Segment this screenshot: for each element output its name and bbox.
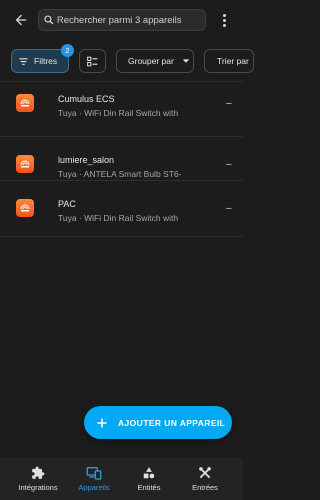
tuya-icon [16, 94, 34, 112]
device-name: Cumulus ECS [58, 94, 115, 104]
device-area-value: – [226, 203, 232, 214]
plus-icon [97, 418, 107, 427]
divider [0, 236, 243, 237]
dot-icon [222, 23, 226, 27]
nav-label: Appareils [78, 483, 110, 492]
dot-icon [222, 18, 226, 22]
nav-item-entities[interactable]: Entités [120, 458, 178, 500]
selection-mode-button[interactable] [79, 49, 106, 73]
search-icon [44, 15, 54, 25]
puzzle-icon [32, 466, 45, 479]
device-subtitle: Tuya · WiFi Din Rail Switch with [58, 213, 179, 223]
device-area-value: – [226, 159, 232, 170]
caret-down-icon [182, 59, 190, 63]
more-options-button[interactable] [214, 9, 234, 31]
checklist-icon [87, 56, 98, 66]
arrow-left-icon [15, 14, 27, 26]
device-name: lumiere_salon [58, 155, 115, 165]
filters-button[interactable]: Filtres 2 [11, 44, 74, 73]
search-input[interactable] [56, 14, 205, 26]
device-subtitle: Tuya · ANTELA Smart Bulb ST6- [58, 169, 182, 179]
tools-icon [199, 467, 211, 479]
nav-item-inputs[interactable]: Entrées [176, 458, 234, 500]
back-button[interactable] [10, 9, 32, 31]
nav-label: Intégrations [18, 483, 58, 492]
filters-count-badge: 2 [61, 44, 74, 57]
sort-by-label: Trier par [217, 56, 249, 66]
top-app-bar [0, 0, 243, 40]
nav-item-devices[interactable]: Appareils [62, 458, 126, 500]
filters-label: Filtres [34, 56, 58, 66]
device-row[interactable]: Cumulus ECS Tuya · WiFi Din Rail Switch … [0, 76, 243, 134]
dot-icon [222, 13, 226, 17]
group-by-dropdown[interactable]: Grouper par [116, 49, 194, 73]
bottom-navigation: Intégrations Appareils Entités Entrées [0, 458, 243, 500]
nav-label: Entrées [192, 483, 218, 492]
tuya-icon [16, 155, 34, 173]
devices-icon [86, 467, 102, 480]
nav-label: Entités [137, 483, 161, 492]
group-by-label: Grouper par [128, 56, 174, 66]
search-field[interactable] [38, 9, 206, 31]
device-area-value: – [226, 98, 232, 109]
toolbar-chips: Filtres 2 Grouper par Trier par [0, 44, 254, 76]
device-row[interactable]: PAC Tuya · WiFi Din Rail Switch with – [0, 181, 243, 239]
add-device-button[interactable]: AJOUTER UN APPAREIL [84, 406, 232, 439]
filter-icon [19, 57, 28, 65]
shapes-icon [143, 467, 155, 479]
device-subtitle: Tuya · WiFi Din Rail Switch with [58, 108, 179, 118]
device-name: PAC [58, 199, 76, 209]
tuya-icon [16, 199, 34, 217]
sort-by-dropdown[interactable]: Trier par [204, 49, 254, 73]
add-device-label: AJOUTER UN APPAREIL [118, 417, 226, 428]
